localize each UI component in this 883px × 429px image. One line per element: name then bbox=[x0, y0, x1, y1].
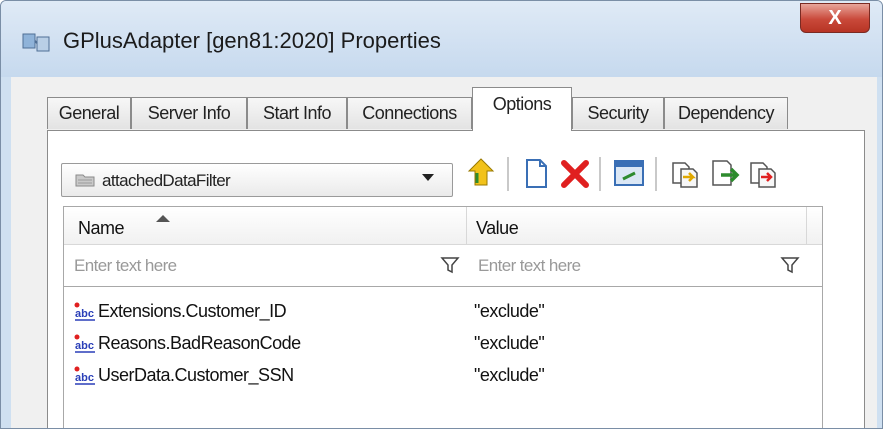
edit-icon[interactable] bbox=[611, 155, 647, 191]
sort-ascending-icon bbox=[156, 215, 170, 222]
string-type-icon: abc bbox=[74, 302, 95, 321]
filter-row bbox=[64, 245, 822, 287]
svg-text:abc: abc bbox=[75, 308, 94, 320]
tab-options[interactable]: Options bbox=[472, 87, 572, 131]
adapter-app-icon bbox=[22, 33, 50, 52]
copy-icon[interactable] bbox=[667, 155, 703, 191]
string-type-icon: abc bbox=[74, 366, 95, 385]
svg-text:abc: abc bbox=[75, 340, 94, 352]
tab-start-info[interactable]: Start Info bbox=[247, 97, 347, 129]
section-select[interactable]: attachedDataFilter bbox=[61, 163, 453, 197]
filter-icon[interactable] bbox=[780, 255, 800, 275]
import-icon[interactable] bbox=[463, 155, 499, 191]
tab-strip: General Server Info Start Info Connectio… bbox=[47, 83, 877, 131]
name-filter-input[interactable] bbox=[74, 251, 414, 281]
paste-icon[interactable] bbox=[745, 155, 781, 191]
toolbar-separator bbox=[599, 157, 601, 191]
row-name: Extensions.Customer_ID bbox=[98, 301, 287, 321]
close-button[interactable]: X bbox=[800, 3, 870, 33]
chevron-down-icon[interactable] bbox=[422, 174, 434, 181]
toolbar-separator bbox=[655, 157, 657, 191]
tab-general[interactable]: General bbox=[47, 97, 131, 129]
table-row[interactable]: abc Extensions.Customer_ID "exclude" bbox=[64, 299, 822, 325]
grid-header: Name Value bbox=[64, 207, 822, 245]
svg-text:abc: abc bbox=[75, 372, 94, 384]
delete-icon[interactable] bbox=[557, 155, 593, 191]
new-icon[interactable] bbox=[518, 155, 554, 191]
row-name: UserData.Customer_SSN bbox=[98, 365, 294, 385]
options-grid: Name Value abc Extensions.Customer_ID "e… bbox=[63, 206, 823, 428]
column-header-name[interactable]: Name bbox=[78, 218, 125, 239]
row-value: "exclude" bbox=[474, 301, 545, 321]
table-row[interactable]: abc Reasons.BadReasonCode "exclude" bbox=[64, 331, 822, 357]
row-value: "exclude" bbox=[474, 333, 545, 353]
tab-security[interactable]: Security bbox=[572, 97, 664, 129]
section-select-value: attachedDataFilter bbox=[102, 171, 231, 190]
tab-connections[interactable]: Connections bbox=[347, 97, 472, 129]
title-bar[interactable]: GPlusAdapter [gen81:2020] Properties X bbox=[1, 1, 882, 77]
window-title: GPlusAdapter [gen81:2020] Properties bbox=[63, 28, 441, 53]
toolbar-separator bbox=[507, 157, 509, 191]
section-icon bbox=[75, 174, 95, 187]
row-value: "exclude" bbox=[474, 365, 545, 385]
value-filter-input[interactable] bbox=[478, 251, 768, 281]
string-type-icon: abc bbox=[74, 334, 95, 353]
row-name: Reasons.BadReasonCode bbox=[98, 333, 301, 353]
column-header-value[interactable]: Value bbox=[476, 218, 519, 239]
tab-server-info[interactable]: Server Info bbox=[131, 97, 247, 129]
filter-icon[interactable] bbox=[440, 255, 460, 275]
table-row[interactable]: abc UserData.Customer_SSN "exclude" bbox=[64, 363, 822, 389]
export-icon[interactable] bbox=[707, 155, 743, 191]
tab-dependency[interactable]: Dependency bbox=[664, 97, 788, 129]
properties-window: GPlusAdapter [gen81:2020] Properties X G… bbox=[0, 0, 883, 429]
